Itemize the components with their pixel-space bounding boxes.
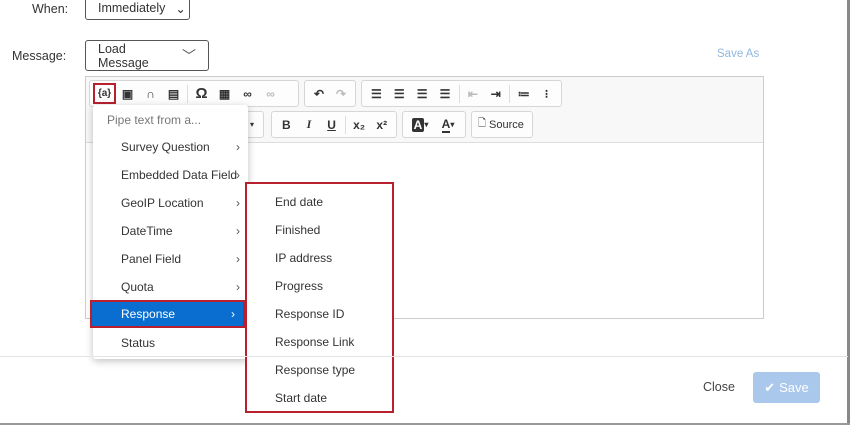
align-center-icon[interactable]: ☰ [388,83,411,104]
when-dropdown[interactable]: Immediately ⌄ [85,0,190,20]
toolbar-group-paragraph: ☰ ☰ ☰ ☰ ⇤ ⇥ ≔ ⁝ [361,80,562,107]
toolbar-group-colors: A ▾ A ▾ [402,111,466,138]
underline-button[interactable]: U [320,114,343,135]
special-char-icon[interactable]: Ω [190,83,213,104]
menu-item-embedded-data-field[interactable]: Embedded Data Field › [93,161,248,189]
media-icon[interactable]: ▤ [162,83,185,104]
menu-item-label: GeoIP Location [121,196,204,210]
close-button[interactable]: Close [703,380,735,394]
save-as-link[interactable]: Save As [717,48,759,60]
italic-button[interactable]: I [298,114,321,135]
outdent-icon[interactable]: ⇤ [462,83,485,104]
footer-divider [0,356,848,357]
chevron-down-icon: ﹀ [182,47,196,64]
pipe-menu-header: Pipe text from a... [107,113,202,127]
menu-item-panel-field[interactable]: Panel Field › [93,245,248,273]
chevron-right-icon: › [236,280,240,294]
superscript-button[interactable]: x² [370,114,393,135]
menu-item-geoip-location[interactable]: GeoIP Location › [93,189,248,217]
piped-text-icon[interactable]: {a} [93,83,116,104]
chevron-right-icon: › [231,307,235,321]
save-label: Save [779,380,809,395]
justify-icon[interactable]: ☰ [434,83,457,104]
menu-item-label: Survey Question [121,140,210,154]
toolbar-group-insert: {a} ▣ ∩ ▤ Ω ▦ ∞ ∞ [89,80,299,107]
separator [187,84,188,103]
submenu-item-start-date[interactable]: Start date [275,391,327,405]
align-right-icon[interactable]: ☰ [411,83,434,104]
menu-item-status[interactable]: Status [93,329,248,357]
chevron-right-icon: › [236,168,240,182]
checkmark-icon: ✔ [764,379,776,395]
chevron-right-icon: › [236,140,240,154]
bg-color-label: A [411,117,425,132]
menu-item-label: Panel Field [121,252,182,266]
link-icon[interactable]: ∞ [236,83,259,104]
load-message-label: Load Message [98,41,149,70]
bulleted-list-icon[interactable]: ⁝ [535,83,558,104]
when-value: Immediately [98,1,166,15]
unlink-icon[interactable]: ∞ [259,83,282,104]
message-label: Message: [12,49,67,63]
separator [509,84,511,103]
menu-item-label: Response [121,307,176,321]
chevron-right-icon: › [236,252,240,266]
menu-item-survey-question[interactable]: Survey Question › [93,133,248,161]
response-submenu: End date Finished IP address Progress Re… [245,182,394,413]
submenu-item-finished[interactable]: Finished [275,223,320,237]
indent-icon[interactable]: ⇥ [484,83,507,104]
undo-icon[interactable]: ↶ [308,83,330,104]
source-label: Source [489,118,524,131]
background-color-button[interactable]: A ▾ [406,114,434,135]
bold-button[interactable]: B [275,114,298,135]
submenu-item-response-type[interactable]: Response type [275,363,355,377]
submenu-item-end-date[interactable]: End date [275,195,323,209]
menu-item-datetime[interactable]: DateTime › [93,217,248,245]
submenu-item-response-id[interactable]: Response ID [275,307,344,321]
when-label: When: [32,2,69,16]
submenu-item-ip-address[interactable]: IP address [275,251,332,265]
align-left-icon[interactable]: ☰ [365,83,388,104]
pipe-text-menu: Pipe text from a... Survey Question › Emb… [90,105,248,359]
page-break-icon[interactable]: ∩ [139,83,162,104]
image-icon[interactable]: ▣ [116,83,139,104]
text-color-button[interactable]: A ▾ [434,114,462,135]
toolbar-group-history: ↶ ↷ [304,80,356,107]
separator [458,84,460,103]
chevron-down-icon: ⌄ [175,1,186,16]
menu-item-quota[interactable]: Quota › [93,273,248,301]
numbered-list-icon[interactable]: ≔ [512,83,535,104]
chevron-right-icon: › [236,224,240,238]
load-message-dropdown[interactable]: Load Message ﹀ [85,40,209,71]
subscript-button[interactable]: x₂ [348,114,371,135]
source-icon: 🗋 [478,118,487,129]
submenu-item-response-link[interactable]: Response Link [275,335,354,349]
menu-item-label: Status [121,336,156,350]
table-icon[interactable]: ▦ [213,83,236,104]
redo-icon[interactable]: ↷ [330,83,352,104]
toolbar-group-style: B I U x₂ x² [271,111,397,138]
menu-item-label: Embedded Data Field [121,168,238,182]
menu-item-label: DateTime [121,224,173,238]
save-button[interactable]: ✔ Save [753,372,820,403]
font-size-dropdown[interactable]: ▾ [246,111,264,138]
chevron-down-icon: ▾ [250,120,255,129]
separator [344,115,346,134]
menu-item-response[interactable]: Response › [90,300,245,328]
submenu-item-progress[interactable]: Progress [275,279,323,293]
menu-item-label: Quota [121,280,154,294]
chevron-right-icon: › [236,196,240,210]
source-button[interactable]: 🗋 Source [471,111,533,138]
